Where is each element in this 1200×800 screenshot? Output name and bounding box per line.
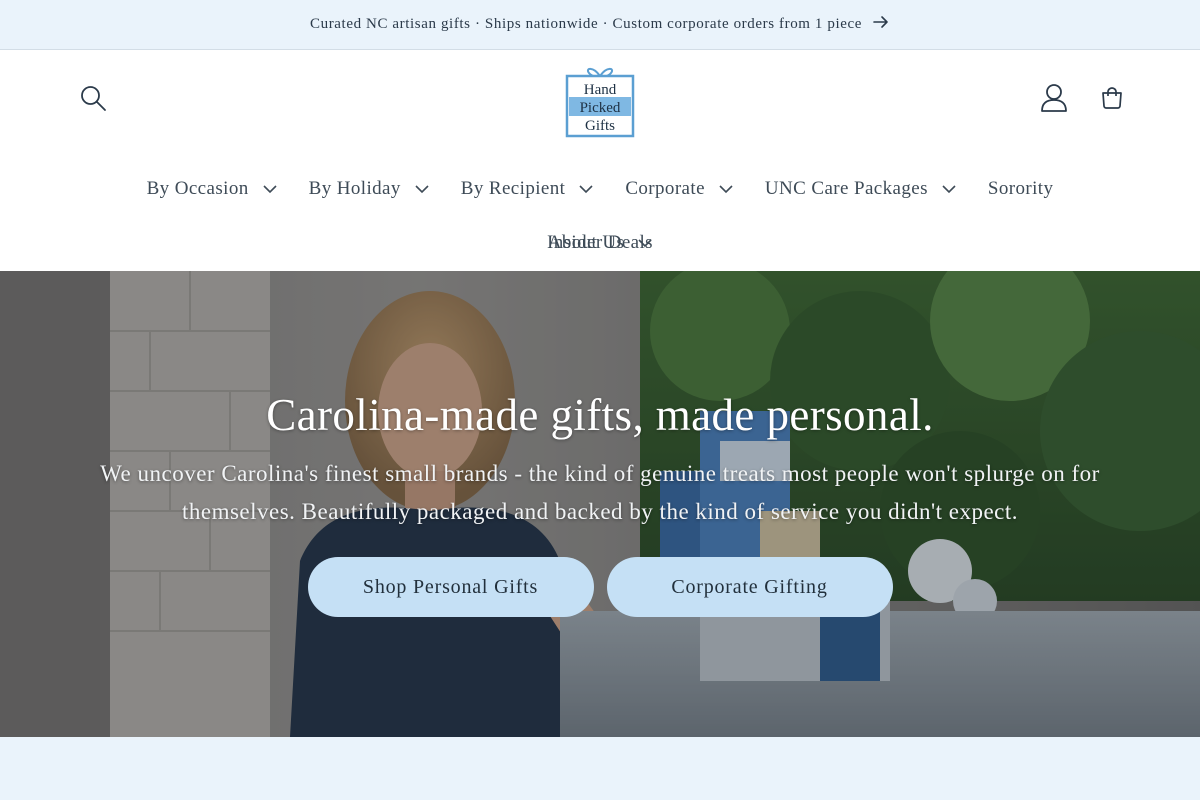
- cart-icon: [1100, 86, 1124, 115]
- nav-item-label: By Occasion: [146, 178, 249, 199]
- next-section: [0, 737, 1200, 800]
- chevron-down-icon: [415, 184, 429, 193]
- hero-banner: Carolina-made gifts, made personal. We u…: [0, 271, 1200, 737]
- logo-line-1: Hand: [584, 82, 617, 98]
- nav-item-label: By Holiday: [308, 178, 401, 199]
- nav-item-label: About Us: [547, 232, 625, 253]
- main-nav-row-2: About Us: [0, 216, 1200, 270]
- cart-button[interactable]: [1092, 80, 1132, 120]
- site-header: Hand Picked Gifts By Occasion By Holiday…: [0, 50, 1200, 271]
- shop-personal-gifts-button[interactable]: Shop Personal Gifts: [307, 557, 594, 617]
- nav-item-corporate[interactable]: Corporate: [609, 162, 749, 216]
- announcement-link[interactable]: Curated NC artisan gifts · Ships nationw…: [310, 13, 890, 36]
- corporate-gifting-button[interactable]: Corporate Gifting: [606, 557, 893, 617]
- nav-item-by-holiday[interactable]: By Holiday: [293, 162, 445, 216]
- nav-item-about-us[interactable]: About Us: [532, 216, 669, 270]
- nav-item-by-occasion[interactable]: By Occasion: [131, 162, 293, 216]
- nav-item-label: By Recipient: [460, 178, 566, 199]
- hero-buttons: Shop Personal Gifts Corporate Gifting: [0, 557, 1200, 617]
- announcement-bar: Curated NC artisan gifts · Ships nationw…: [0, 0, 1200, 50]
- hero-title: Carolina-made gifts, made personal.: [266, 390, 934, 440]
- chevron-down-icon: [638, 238, 652, 247]
- announcement-text: Curated NC artisan gifts · Ships nationw…: [310, 16, 862, 32]
- chevron-down-icon: [263, 184, 277, 193]
- nav-item-label: Corporate: [625, 178, 705, 199]
- hero-content: Carolina-made gifts, made personal. We u…: [0, 389, 1200, 617]
- chevron-down-icon: [579, 184, 593, 193]
- nav-item-label: UNC Care Packages: [764, 178, 928, 199]
- search-button[interactable]: [73, 80, 113, 120]
- nav-item-by-recipient[interactable]: By Recipient: [445, 162, 610, 216]
- nav-item-label: Sorority: [987, 178, 1054, 199]
- logo-line-3: Gifts: [585, 118, 615, 134]
- nav-item-sorority[interactable]: Sorority: [972, 162, 1069, 216]
- logo-line-2: Picked: [580, 100, 621, 116]
- chevron-down-icon: [719, 184, 733, 193]
- account-button[interactable]: [1034, 80, 1074, 120]
- hero-subtitle: We uncover Carolina's finest small brand…: [100, 461, 1100, 524]
- nav-item-unc-care-packages[interactable]: UNC Care Packages: [749, 162, 972, 216]
- arrow-right-icon: [872, 13, 890, 36]
- user-icon: [1040, 83, 1068, 118]
- site-logo[interactable]: Hand Picked Gifts: [565, 64, 635, 138]
- chevron-down-icon: [942, 184, 956, 193]
- search-icon: [79, 84, 107, 117]
